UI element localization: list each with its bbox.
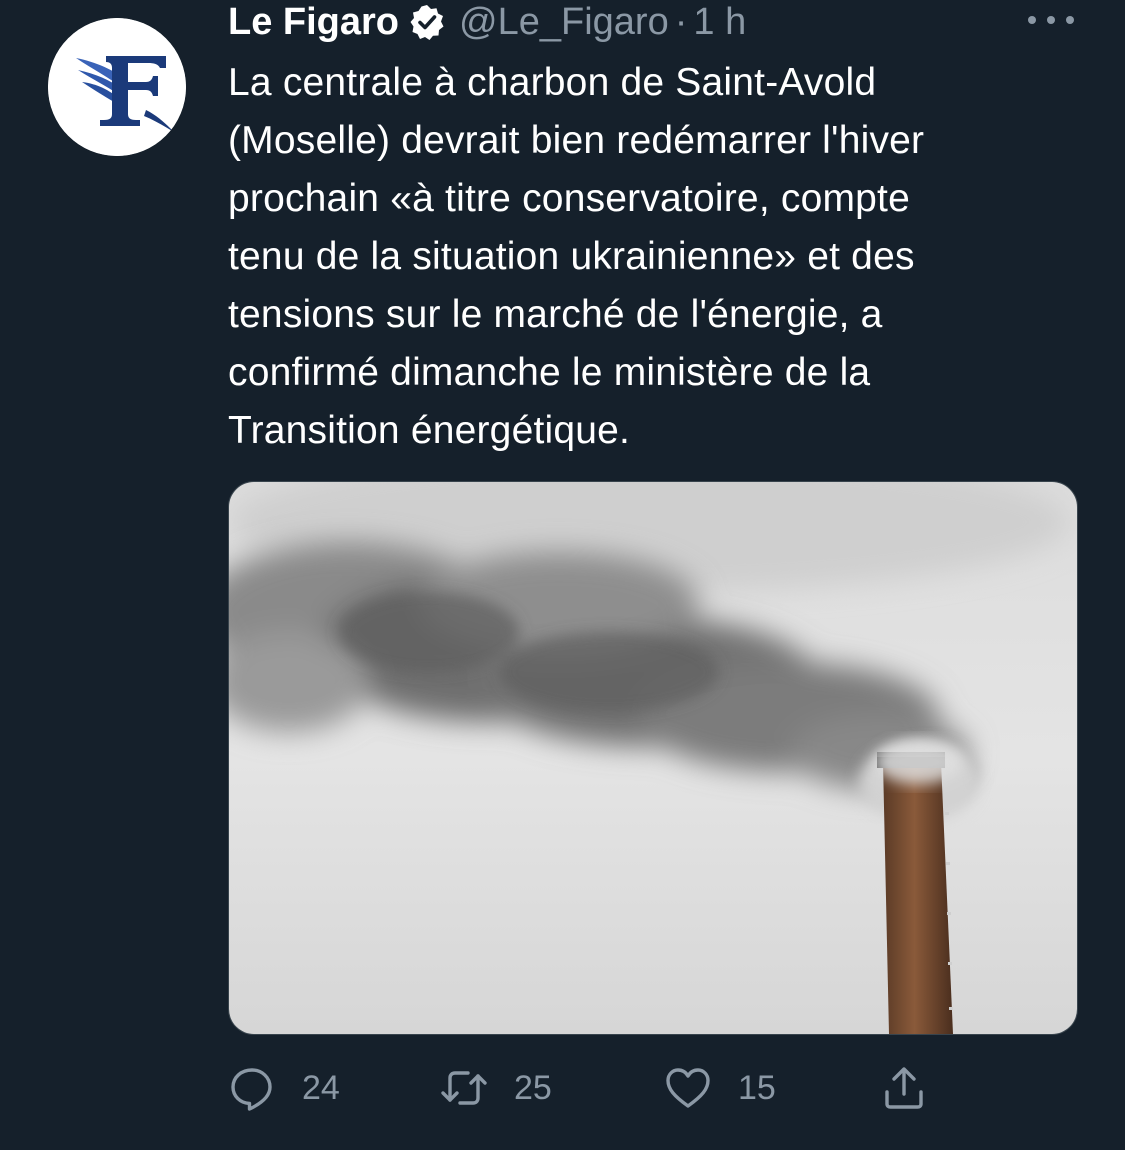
reply-icon — [228, 1064, 276, 1112]
tweet[interactable]: Le Figaro @Le_Figaro · 1 h La centrale à… — [0, 0, 1125, 1150]
reply-button[interactable]: 24 — [228, 1058, 340, 1118]
le-figaro-logo — [48, 18, 186, 156]
retweet-count: 25 — [514, 1068, 552, 1107]
handle[interactable]: @Le_Figaro — [459, 1, 669, 44]
reply-count: 24 — [302, 1068, 340, 1107]
avatar[interactable] — [48, 18, 186, 156]
display-name[interactable]: Le Figaro — [228, 1, 399, 44]
heart-icon — [664, 1064, 712, 1112]
tweet-actions: 24 25 15 — [228, 1058, 948, 1118]
tweet-media-photo[interactable] — [228, 481, 1078, 1035]
retweet-button[interactable]: 25 — [440, 1058, 552, 1118]
separator-dot: · — [674, 0, 688, 43]
smoking-chimney-photo — [229, 482, 1077, 1034]
timestamp[interactable]: 1 h — [693, 1, 746, 44]
tweet-text: La centrale à charbon de Saint-Avold (Mo… — [228, 61, 925, 452]
like-button[interactable]: 15 — [664, 1058, 776, 1118]
retweet-icon — [440, 1064, 488, 1112]
share-button[interactable] — [880, 1058, 928, 1118]
tweet-header: Le Figaro @Le_Figaro · 1 h — [228, 0, 746, 48]
verified-badge-icon — [409, 4, 445, 40]
like-count: 15 — [738, 1068, 776, 1107]
more-options-icon[interactable] — [1028, 8, 1074, 32]
share-icon — [880, 1064, 928, 1112]
